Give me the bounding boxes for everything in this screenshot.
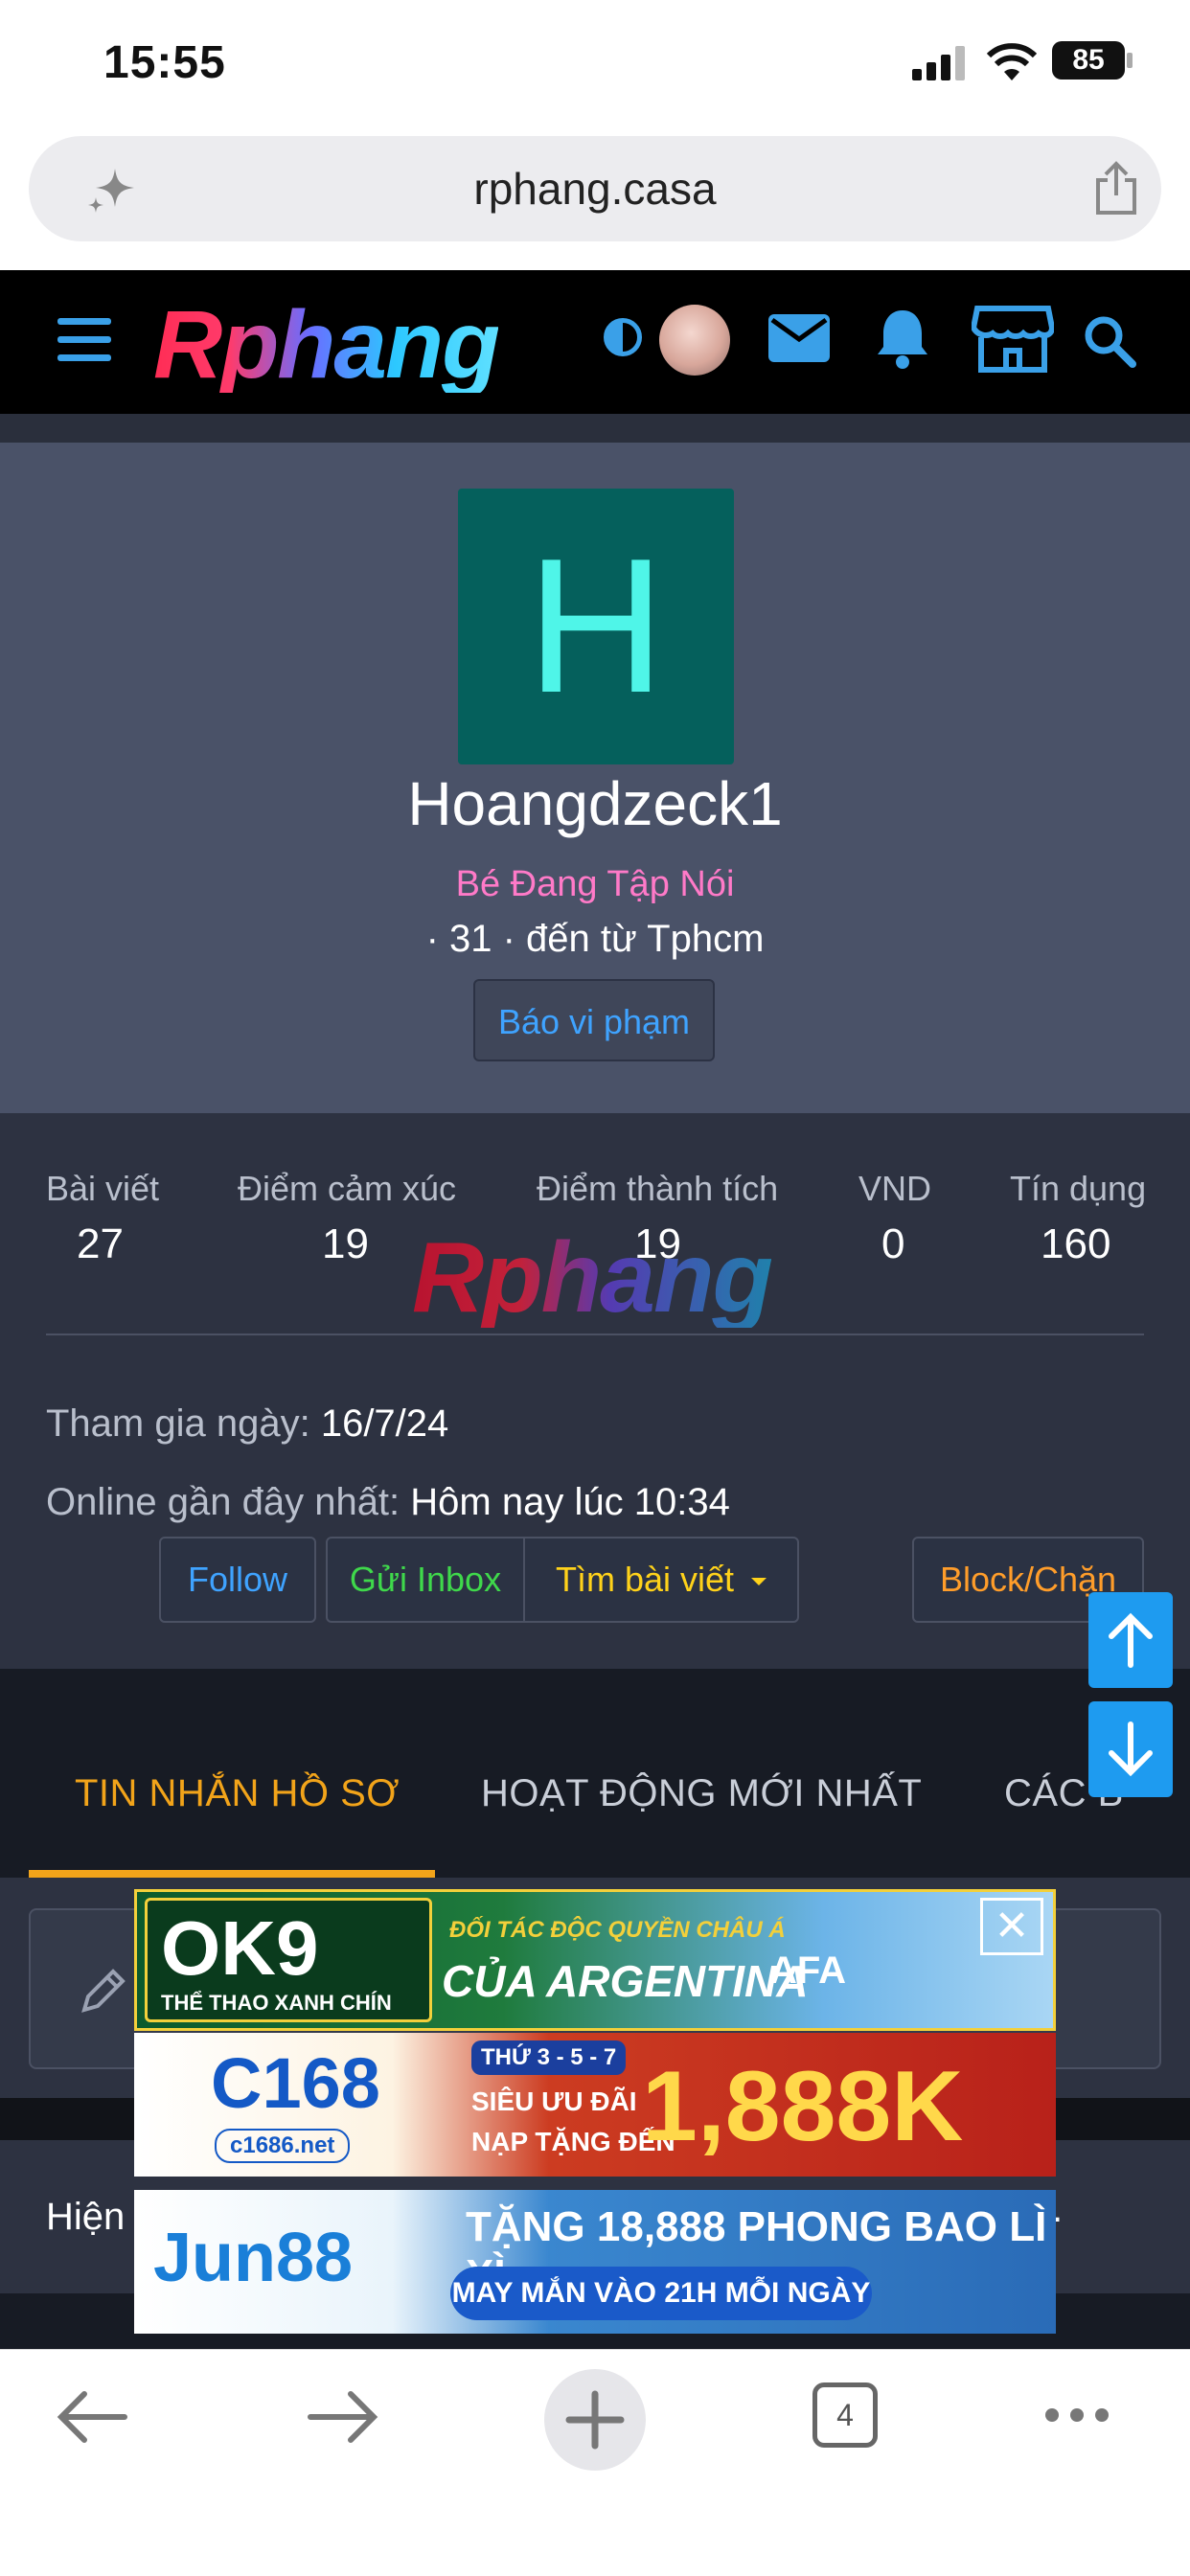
scroll-bottom-button[interactable] xyxy=(1088,1701,1173,1797)
find-posts-label: Tìm bài viết xyxy=(555,1560,735,1599)
tab-latest-activity[interactable]: HOẠT ĐỘNG MỚI NHẤT xyxy=(481,1772,922,1815)
header-spacer xyxy=(0,414,1190,443)
c168-line1: SIÊU ƯU ĐÃI xyxy=(471,2086,637,2116)
user-avatar[interactable] xyxy=(659,305,730,376)
arrow-up-icon xyxy=(1109,1612,1153,1668)
back-icon[interactable] xyxy=(56,2388,128,2446)
ok9-logo-box: OK9 THỂ THAO XANH CHÍN xyxy=(145,1898,432,2022)
stat-label-vnd: VND xyxy=(858,1169,932,1208)
site-header: Rphang xyxy=(0,270,1190,414)
c168-amount: 1,888K xyxy=(642,2051,964,2162)
stat-value-reactions[interactable]: 19 xyxy=(322,1220,369,1268)
find-posts-button[interactable]: Tìm bài viết xyxy=(523,1537,799,1623)
url-text[interactable]: rphang.casa xyxy=(29,163,1161,215)
ad-banner-ok9[interactable]: OK9 THỂ THAO XANH CHÍN ĐỐI TÁC ĐỘC QUYỀN… xyxy=(134,1889,1056,2031)
stat-label-credit: Tín dụng xyxy=(1010,1169,1147,1208)
active-tab-indicator xyxy=(29,1870,435,1878)
signal-icon xyxy=(912,46,968,80)
battery-icon: 85 xyxy=(1052,41,1125,80)
last-online-value: Hôm nay lúc 10:34 xyxy=(410,1481,730,1523)
tab-profile-posts[interactable]: TIN NHẮN HỒ SƠ xyxy=(75,1772,400,1815)
status-time: 15:55 xyxy=(103,37,226,88)
stats-block: Bài viết 27 Điểm cảm xúc 19 Điểm thành t… xyxy=(0,1113,1190,1669)
arrow-down-icon xyxy=(1109,1721,1153,1777)
stat-value-posts[interactable]: 27 xyxy=(77,1220,124,1268)
joined-label: Tham gia ngày: xyxy=(46,1402,310,1445)
browser-toolbar: 4 xyxy=(0,2349,1190,2576)
ok9-brand: OK9 xyxy=(161,1905,319,1991)
search-icon[interactable] xyxy=(1081,312,1136,368)
send-inbox-button[interactable]: Gửi Inbox xyxy=(326,1537,525,1623)
logo-watermark: Rphang xyxy=(412,1222,773,1334)
close-ad-icon[interactable]: ✕ xyxy=(980,1898,1043,1955)
joined-value: 16/7/24 xyxy=(320,1402,449,1445)
c168-domain: c1686.net xyxy=(215,2129,351,2163)
profile-card: H Hoangdzeck1 Bé Đang Tập Nói · 31 · đến… xyxy=(0,443,1190,1113)
battery-tip xyxy=(1127,53,1133,68)
ok9-sub: CỦA ARGENTINA xyxy=(442,1956,809,2006)
profile-avatar[interactable]: H xyxy=(458,489,734,764)
mail-icon[interactable] xyxy=(768,314,830,362)
profile-username: Hoangdzeck1 xyxy=(407,769,783,838)
stat-value-vnd: 0 xyxy=(881,1220,905,1267)
ok9-badge: AFA xyxy=(769,1949,846,1992)
profile-user-title: Bé Đang Tập Nói xyxy=(455,864,735,904)
follow-button[interactable]: Follow xyxy=(159,1537,316,1623)
profile-user-info: · 31 · đến từ Tphcm xyxy=(425,918,765,960)
menu-icon[interactable] xyxy=(57,318,115,362)
new-tab-button[interactable] xyxy=(544,2369,646,2471)
status-bar: 15:55 85 rphang.casa xyxy=(0,0,1190,241)
ok9-headline: ĐỐI TÁC ĐỘC QUYỀN CHÂU Á xyxy=(449,1917,786,1943)
forward-icon[interactable] xyxy=(307,2388,379,2446)
c168-brand: C168 xyxy=(211,2043,380,2123)
profile-tabs: TIN NHẮN HỒ SƠ HOẠT ĐỘNG MỚI NHẤT CÁC B xyxy=(0,1669,1190,1878)
report-button[interactable]: Báo vi phạm xyxy=(473,979,715,1061)
scroll-top-button[interactable] xyxy=(1088,1592,1173,1688)
plus-icon xyxy=(565,2390,625,2450)
caret-down-icon xyxy=(751,1578,767,1586)
jun88-sub: MAY MẮN VÀO 21H MỖI NGÀY xyxy=(450,2267,872,2320)
url-bar-overlay[interactable]: rphang.casa xyxy=(29,136,1161,241)
ok9-tagline: THỂ THAO XANH CHÍN xyxy=(161,1991,392,2015)
share-icon[interactable] xyxy=(1092,161,1140,217)
info-text: Hiện xyxy=(46,2196,126,2238)
last-online-label: Online gần đây nhất: xyxy=(46,1481,400,1523)
stat-label-reactions: Điểm cảm xúc xyxy=(238,1169,457,1208)
joined-date: Tham gia ngày: 16/7/24 xyxy=(46,1402,448,1446)
c168-days: THỨ 3 - 5 - 7 xyxy=(471,2040,627,2075)
more-icon[interactable] xyxy=(1042,2405,1111,2425)
site-logo[interactable]: Rphang xyxy=(153,297,500,393)
bell-icon[interactable] xyxy=(874,307,931,370)
wifi-icon xyxy=(987,43,1037,80)
last-online: Online gần đây nhất: Hôm nay lúc 10:34 xyxy=(46,1481,730,1524)
ad-banner-c168[interactable]: C168 c1686.net THỨ 3 - 5 - 7 SIÊU ƯU ĐÃI… xyxy=(134,2033,1056,2177)
ad-banner-jun88[interactable]: Jun88 TẶNG 18,888 PHONG BAO LÌ XÌ MAY MẮ… xyxy=(134,2190,1056,2334)
stat-label-trophy: Điểm thành tích xyxy=(537,1169,779,1208)
jun88-brand: Jun88 xyxy=(153,2220,354,2296)
stat-label-posts: Bài viết xyxy=(46,1169,160,1208)
store-icon[interactable] xyxy=(972,305,1054,374)
pencil-icon xyxy=(81,1969,126,2013)
theme-toggle-icon[interactable] xyxy=(604,318,642,356)
divider xyxy=(46,1334,1144,1335)
tabs-button[interactable]: 4 xyxy=(812,2382,878,2448)
stat-value-credit: 160 xyxy=(1041,1220,1111,1267)
